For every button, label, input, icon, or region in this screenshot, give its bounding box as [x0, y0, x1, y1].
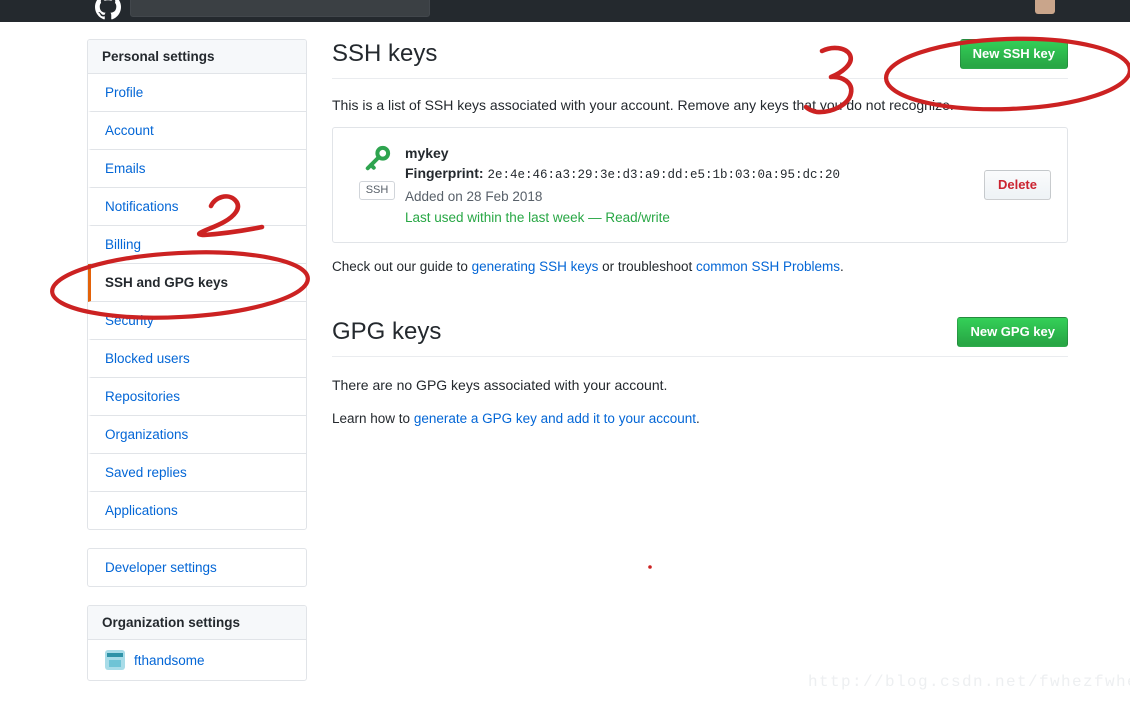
settings-sidebar: Personal settings Profile Account Emails…	[87, 39, 307, 699]
organization-settings-heading: Organization settings	[88, 606, 306, 640]
sidebar-item-notifications[interactable]: Notifications	[88, 188, 306, 226]
settings-main-content: SSH keys New SSH key This is a list of S…	[332, 39, 1068, 443]
developer-settings-menu: Developer settings	[87, 548, 307, 587]
watermark-url: http://blog.csdn.net/fwhezfwhez	[808, 673, 1130, 691]
ssh-help-prefix: Check out our guide to	[332, 259, 472, 274]
ssh-key-last-used: Last used within the last week — Read/wr…	[405, 210, 670, 225]
ssh-keys-header: SSH keys New SSH key	[332, 39, 1068, 79]
ssh-key-row: SSH mykey Fingerprint: 2e:4e:46:a3:29:3e…	[332, 127, 1068, 243]
github-mark-icon[interactable]	[95, 0, 121, 20]
gpg-empty-message: There are no GPG keys associated with yo…	[332, 377, 668, 393]
ssh-key-details: mykey Fingerprint: 2e:4e:46:a3:29:3e:d3:…	[405, 142, 984, 228]
sidebar-item-repositories[interactable]: Repositories	[88, 378, 306, 416]
page-title: SSH keys	[332, 40, 438, 67]
sidebar-item-emails[interactable]: Emails	[88, 150, 306, 188]
ssh-help-middle: or troubleshoot	[598, 259, 696, 274]
sidebar-item-applications[interactable]: Applications	[88, 492, 306, 529]
gpg-keys-header: GPG keys New GPG key	[332, 317, 1068, 357]
ssh-help-suffix: .	[840, 259, 844, 274]
gpg-help-prefix: Learn how to	[332, 411, 414, 426]
settings-page: Personal settings Profile Account Emails…	[0, 22, 1130, 706]
delete-ssh-key-button[interactable]: Delete	[983, 170, 1051, 200]
global-search-input[interactable]	[130, 0, 430, 17]
new-gpg-key-button[interactable]: New GPG key	[957, 317, 1068, 347]
sidebar-item-saved-replies[interactable]: Saved replies	[88, 454, 306, 492]
gpg-help-note: Learn how to generate a GPG key and add …	[332, 409, 1068, 429]
personal-settings-menu: Personal settings Profile Account Emails…	[87, 39, 307, 530]
sidebar-item-account[interactable]: Account	[88, 112, 306, 150]
common-ssh-problems-link[interactable]: common SSH Problems	[696, 259, 840, 274]
gpg-keys-section: GPG keys New GPG key There are no GPG ke…	[332, 317, 1068, 429]
sidebar-item-ssh-and-gpg-keys[interactable]: SSH and GPG keys	[88, 264, 306, 302]
top-navigation-bar	[0, 0, 1130, 22]
gpg-keys-title: GPG keys	[332, 318, 442, 345]
sidebar-item-developer-settings[interactable]: Developer settings	[88, 549, 306, 586]
org-name-label: fthandsome	[134, 652, 205, 668]
key-icon	[362, 144, 392, 174]
ssh-help-note: Check out our guide to generating SSH ke…	[332, 257, 1068, 277]
fingerprint-label: Fingerprint:	[405, 165, 484, 181]
sidebar-item-billing[interactable]: Billing	[88, 226, 306, 264]
ssh-badge: SSH	[358, 181, 396, 200]
ssh-keys-description: This is a list of SSH keys associated wi…	[332, 97, 954, 113]
sidebar-item-organizations[interactable]: Organizations	[88, 416, 306, 454]
ssh-key-fingerprint-line: Fingerprint: 2e:4e:46:a3:29:3e:d3:a9:dd:…	[405, 163, 984, 186]
sidebar-item-org-fthandsome[interactable]: fthandsome	[88, 640, 306, 680]
ssh-key-name: mykey	[405, 145, 449, 161]
user-avatar-icon[interactable]	[1035, 0, 1055, 14]
sidebar-item-blocked-users[interactable]: Blocked users	[88, 340, 306, 378]
generate-gpg-key-link[interactable]: generate a GPG key and add it to your ac…	[414, 411, 696, 426]
ssh-key-added-date: Added on 28 Feb 2018	[405, 189, 543, 204]
ssh-key-icon-column: SSH	[349, 142, 405, 200]
generating-ssh-keys-link[interactable]: generating SSH keys	[472, 259, 599, 274]
fingerprint-value: 2e:4e:46:a3:29:3e:d3:a9:dd:e5:1b:03:0a:9…	[487, 168, 840, 182]
ssh-keys-section: SSH keys New SSH key This is a list of S…	[332, 39, 1068, 277]
personal-settings-heading: Personal settings	[88, 40, 306, 74]
org-avatar-icon	[105, 650, 125, 670]
gpg-help-suffix: .	[696, 411, 700, 426]
sidebar-item-security[interactable]: Security	[88, 302, 306, 340]
sidebar-item-profile[interactable]: Profile	[88, 74, 306, 112]
organization-settings-menu: Organization settings fthandsome	[87, 605, 307, 681]
new-ssh-key-button[interactable]: New SSH key	[959, 39, 1068, 69]
